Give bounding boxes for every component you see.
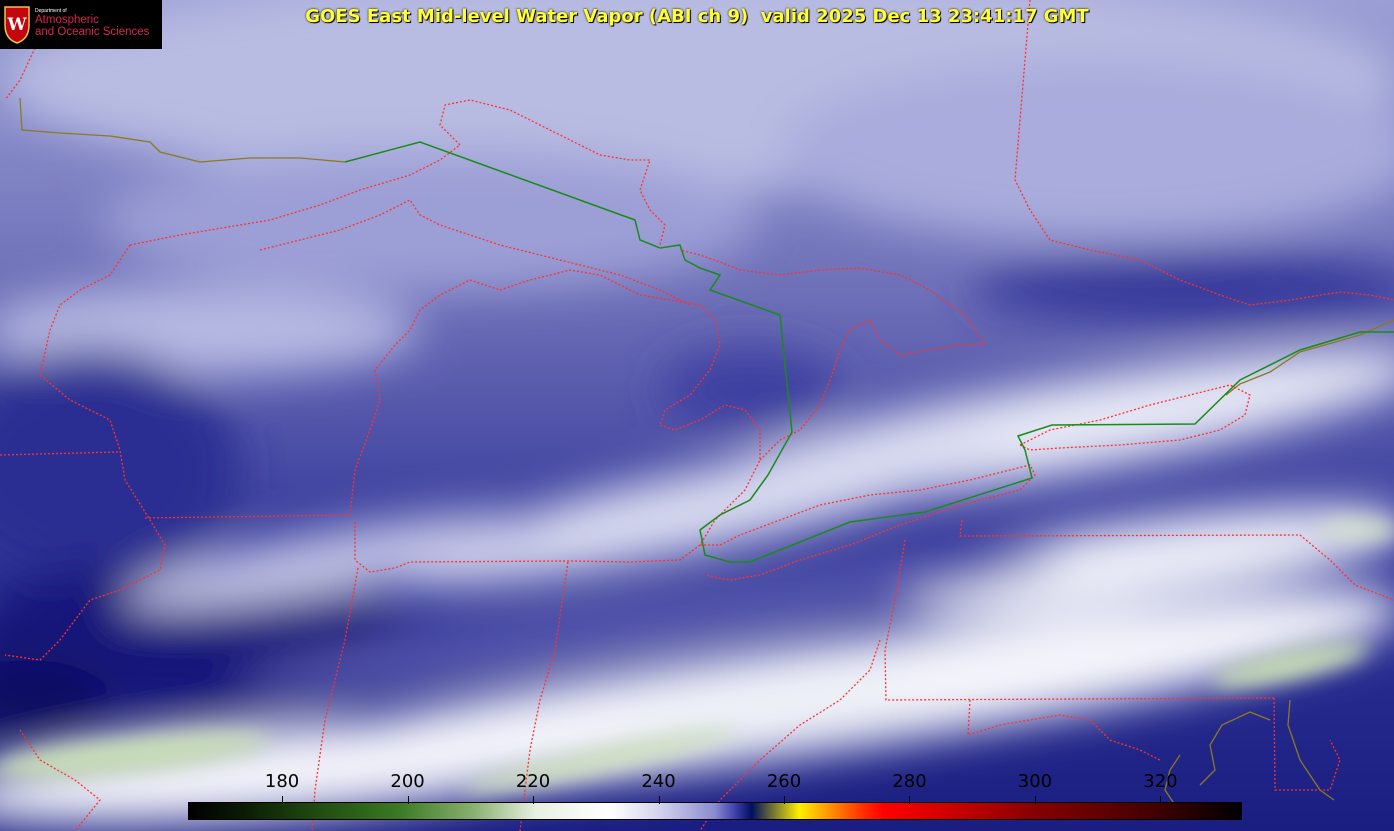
colorbar-tick: [1160, 796, 1162, 804]
colorbar-tick-label: 180: [264, 771, 300, 792]
colorbar-tick: [533, 796, 535, 804]
colorbar-tick: [784, 796, 785, 804]
colorbar-tick-label: 280: [892, 771, 927, 792]
colorbar-tick-label: 220: [515, 771, 551, 792]
colorbar-tick-label: 260: [766, 771, 802, 792]
colorbar-tick: [282, 796, 284, 804]
logo-name-line2: and Oceanic Sciences: [35, 26, 150, 38]
image-title: GOES East Mid-level Water Vapor (ABI ch …: [305, 6, 1089, 27]
colorbar-tick-label: 300: [1017, 771, 1053, 792]
colorbar-tick: [658, 796, 660, 804]
colorbar-tick-label: 200: [390, 771, 425, 792]
colorbar-tick: [407, 796, 409, 804]
colorbar-tick-label: 240: [641, 771, 676, 792]
satellite-image-viewer: W Department of Atmospheric and Oceanic …: [0, 0, 1394, 831]
colorbar-tick-label: 320: [1143, 771, 1178, 792]
colorbar-tick: [909, 796, 911, 804]
water-vapor-map: [0, 0, 1394, 831]
temperature-colorbar: [188, 802, 1242, 820]
colorbar-tick: [1034, 796, 1036, 804]
